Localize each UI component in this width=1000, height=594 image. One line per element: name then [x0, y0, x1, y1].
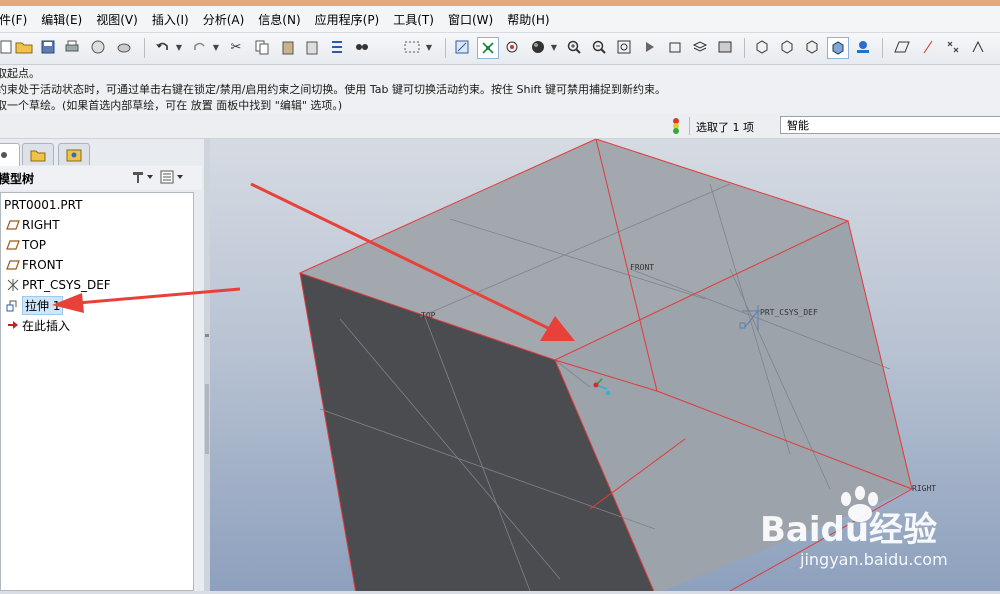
datum-label-front: FRONT [630, 263, 654, 272]
repaint-icon[interactable] [452, 37, 472, 57]
shading-icon[interactable] [827, 37, 849, 59]
no-hidden-icon[interactable] [802, 37, 822, 57]
find-icon[interactable] [352, 37, 372, 57]
traffic-light-icon [671, 117, 681, 138]
zoom-out-icon[interactable] [589, 37, 609, 57]
point-display-icon[interactable] [943, 37, 963, 57]
spin-center-icon[interactable] [477, 37, 499, 59]
layers-icon[interactable] [690, 37, 710, 57]
graphics-viewport[interactable]: FRONT TOP PRT_CSYS_DEF RIGHT Baidu经验 jin… [210, 139, 1000, 591]
view-manager-icon[interactable] [715, 37, 735, 57]
selection-box-icon[interactable] [402, 37, 422, 57]
orient-mode-icon[interactable] [502, 37, 522, 57]
zoom-in-icon[interactable] [564, 37, 584, 57]
saved-views-icon[interactable] [665, 37, 685, 57]
menu-item[interactable]: 帮助(H) [500, 11, 556, 28]
regenerate-icon[interactable] [327, 37, 347, 57]
appearance-dropdown-icon[interactable]: ▼ [550, 37, 558, 57]
menu-item[interactable]: 应用程序(P) [308, 11, 387, 28]
paste-special-icon[interactable] [302, 37, 322, 57]
annotation-arrow-tree [52, 287, 241, 313]
watermark-brand: Baidu经验 [760, 510, 937, 550]
wireframe-icon[interactable] [752, 37, 772, 57]
menu-item[interactable]: 窗口(W) [441, 11, 500, 28]
csys-display-icon[interactable] [968, 37, 988, 57]
refit-icon[interactable] [614, 37, 634, 57]
axis-display-icon[interactable] [918, 37, 938, 57]
selection-filter-select[interactable]: 智能 [780, 116, 1000, 134]
selection-count: 选取了 1 项 [696, 121, 754, 134]
datum-label-csys: PRT_CSYS_DEF [760, 308, 818, 317]
appearance-gallery-icon[interactable] [853, 37, 873, 57]
menu-item[interactable]: 工具(T) [386, 11, 441, 28]
selection-dropdown-icon[interactable]: ▼ [425, 37, 433, 57]
hidden-line-icon[interactable] [777, 37, 797, 57]
plane-display-icon[interactable] [892, 37, 912, 57]
datum-label-top: TOP [421, 311, 436, 320]
appearance-sphere-icon[interactable] [528, 37, 548, 57]
reorient-icon[interactable] [640, 37, 660, 57]
watermark-url: jingyan.baidu.com [799, 550, 948, 569]
paste-icon[interactable] [278, 37, 298, 57]
baidu-watermark: Baidu经验 jingyan.baidu.com [760, 486, 948, 569]
